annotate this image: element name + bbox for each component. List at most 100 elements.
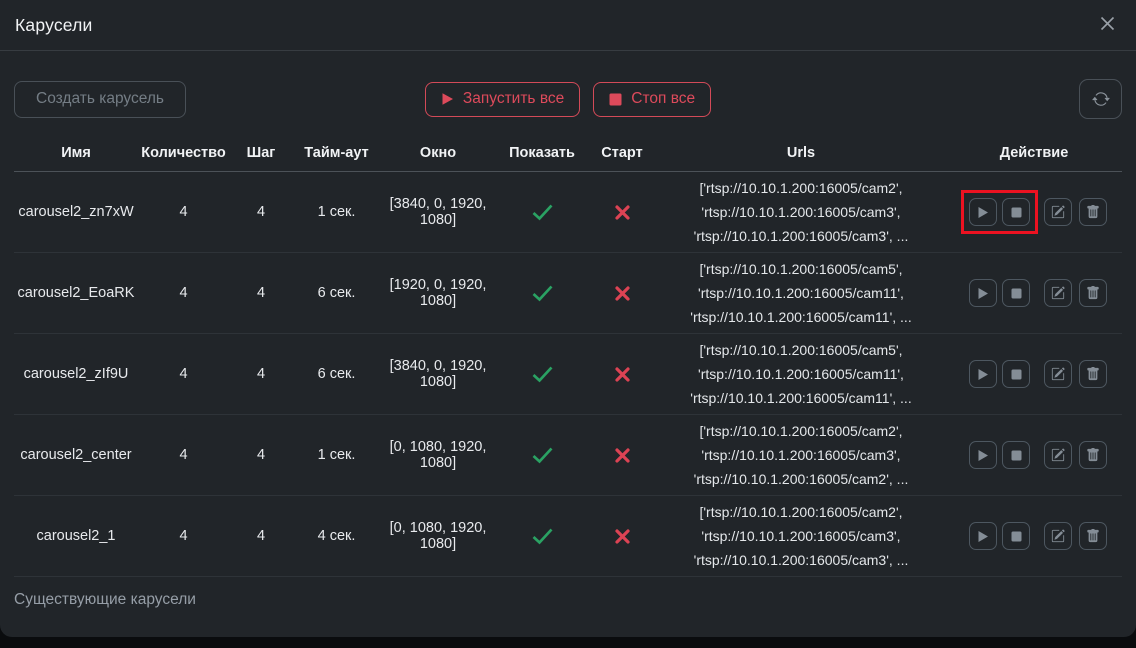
page-title: Карусели xyxy=(15,15,93,36)
edit-button[interactable] xyxy=(1044,522,1072,550)
cross-icon xyxy=(614,204,631,221)
carousel-step: 4 xyxy=(229,253,293,334)
carousel-name: carousel2_1 xyxy=(14,496,138,577)
play-button[interactable] xyxy=(969,198,997,226)
stop-icon xyxy=(1011,450,1022,461)
edit-button[interactable] xyxy=(1044,279,1072,307)
stop-icon xyxy=(1011,207,1022,218)
stop-button[interactable] xyxy=(1002,522,1030,550)
trash-icon xyxy=(1086,205,1100,219)
carousel-urls: ['rtsp://10.10.1.200:16005/cam5', 'rtsp:… xyxy=(656,253,946,334)
carousels-table-wrap: Имя Количество Шаг Тайм-аут Окно Показат… xyxy=(0,139,1136,577)
start-status-cell xyxy=(588,415,656,496)
trash-icon xyxy=(1086,448,1100,462)
create-carousel-button[interactable]: Создать карусель xyxy=(14,81,186,118)
edit-button[interactable] xyxy=(1044,198,1072,226)
col-header-timeout: Тайм-аут xyxy=(293,139,380,172)
play-button[interactable] xyxy=(969,360,997,388)
carousel-name: carousel2_center xyxy=(14,415,138,496)
carousel-window: [1920, 0, 1920, 1080] xyxy=(380,253,496,334)
trash-icon xyxy=(1086,286,1100,300)
delete-button[interactable] xyxy=(1079,198,1107,226)
show-status-cell xyxy=(496,334,588,415)
edit-icon xyxy=(1051,205,1065,219)
carousel-step: 4 xyxy=(229,334,293,415)
edit-button[interactable] xyxy=(1044,360,1072,388)
delete-button[interactable] xyxy=(1079,441,1107,469)
toolbar: Создать карусель Запустить все Стоп все xyxy=(0,51,1136,139)
edit-icon xyxy=(1051,529,1065,543)
trash-icon xyxy=(1086,367,1100,381)
actions-cell xyxy=(946,172,1122,253)
delete-button[interactable] xyxy=(1079,522,1107,550)
carousels-table: Имя Количество Шаг Тайм-аут Окно Показат… xyxy=(14,139,1122,577)
play-button[interactable] xyxy=(969,522,997,550)
show-status-cell xyxy=(496,496,588,577)
table-row: carousel2_center 4 4 1 сек. [0, 1080, 19… xyxy=(14,415,1122,496)
carousel-step: 4 xyxy=(229,415,293,496)
edit-delete-group xyxy=(1044,441,1107,469)
stop-button[interactable] xyxy=(1002,279,1030,307)
cross-icon xyxy=(614,366,631,383)
carousel-window: [3840, 0, 1920, 1080] xyxy=(380,334,496,415)
stop-button[interactable] xyxy=(1002,198,1030,226)
play-button[interactable] xyxy=(969,441,997,469)
play-stop-group xyxy=(961,190,1038,234)
delete-button[interactable] xyxy=(1079,360,1107,388)
carousel-count: 4 xyxy=(138,253,229,334)
carousel-timeout: 1 сек. xyxy=(293,172,380,253)
start-all-button[interactable]: Запустить все xyxy=(425,82,580,117)
start-status-cell xyxy=(588,334,656,415)
show-status-cell xyxy=(496,253,588,334)
trash-icon xyxy=(1086,529,1100,543)
edit-delete-group xyxy=(1044,279,1107,307)
carousel-step: 4 xyxy=(229,496,293,577)
edit-icon xyxy=(1051,367,1065,381)
play-icon xyxy=(977,449,989,462)
carousel-count: 4 xyxy=(138,334,229,415)
close-icon xyxy=(1097,13,1118,37)
stop-button[interactable] xyxy=(1002,360,1030,388)
table-row: carousel2_1 4 4 4 сек. [0, 1080, 1920, 1… xyxy=(14,496,1122,577)
edit-button[interactable] xyxy=(1044,441,1072,469)
modal-header: Карусели xyxy=(0,0,1136,51)
cross-icon xyxy=(614,528,631,545)
carousel-timeout: 6 сек. xyxy=(293,253,380,334)
col-header-name: Имя xyxy=(14,139,138,172)
close-button[interactable] xyxy=(1095,11,1120,39)
col-header-window: Окно xyxy=(380,139,496,172)
edit-delete-group xyxy=(1044,360,1107,388)
edit-delete-group xyxy=(1044,522,1107,550)
start-status-cell xyxy=(588,172,656,253)
edit-icon xyxy=(1051,286,1065,300)
check-icon xyxy=(531,446,554,464)
refresh-button[interactable] xyxy=(1079,79,1122,119)
show-status-cell xyxy=(496,415,588,496)
play-button[interactable] xyxy=(969,279,997,307)
stop-button[interactable] xyxy=(1002,441,1030,469)
col-header-action: Действие xyxy=(946,139,1122,172)
stop-all-button[interactable]: Стоп все xyxy=(593,82,711,117)
delete-button[interactable] xyxy=(1079,279,1107,307)
play-stop-group xyxy=(961,352,1038,396)
carousel-name: carousel2_zIf9U xyxy=(14,334,138,415)
carousel-count: 4 xyxy=(138,415,229,496)
carousel-window: [0, 1080, 1920, 1080] xyxy=(380,496,496,577)
stop-all-label: Стоп все xyxy=(631,90,695,108)
carousel-count: 4 xyxy=(138,496,229,577)
carousel-timeout: 1 сек. xyxy=(293,415,380,496)
play-stop-group xyxy=(961,514,1038,558)
stop-icon xyxy=(1011,531,1022,542)
col-header-urls: Urls xyxy=(656,139,946,172)
check-icon xyxy=(531,365,554,383)
carousel-window: [3840, 0, 1920, 1080] xyxy=(380,172,496,253)
carousel-count: 4 xyxy=(138,172,229,253)
actions-cell xyxy=(946,334,1122,415)
actions-cell xyxy=(946,496,1122,577)
carousel-name: carousel2_EoaRK xyxy=(14,253,138,334)
check-icon xyxy=(531,527,554,545)
carousel-urls: ['rtsp://10.10.1.200:16005/cam5', 'rtsp:… xyxy=(656,334,946,415)
carousel-step: 4 xyxy=(229,172,293,253)
col-header-count: Количество xyxy=(138,139,229,172)
cross-icon xyxy=(614,285,631,302)
